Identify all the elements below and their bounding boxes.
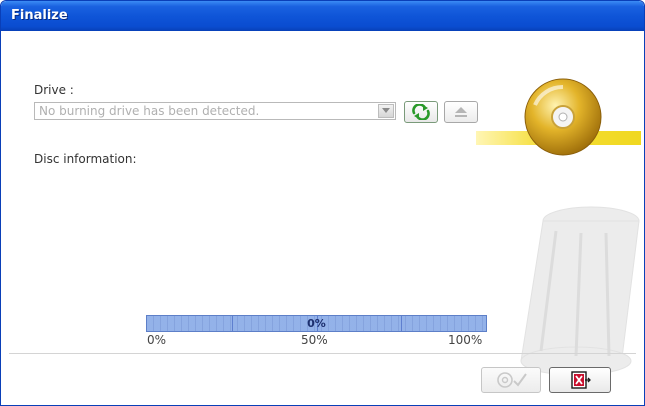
- refresh-icon: [412, 104, 430, 120]
- finalize-button[interactable]: [481, 367, 541, 393]
- progress-scale-min: 0%: [147, 333, 167, 347]
- drive-label: Drive :: [34, 83, 74, 97]
- progress-scale-mid: 50%: [301, 333, 328, 347]
- progress-scale-max: 100%: [448, 333, 483, 347]
- progress-bar: 0%: [146, 315, 487, 332]
- drive-select[interactable]: No burning drive has been detected.: [34, 102, 396, 120]
- exit-button[interactable]: [549, 367, 611, 393]
- window-title: Finalize: [11, 8, 68, 23]
- button-separator: [9, 353, 636, 354]
- exit-icon: [571, 371, 591, 389]
- title-bar[interactable]: Finalize: [1, 1, 644, 31]
- dropdown-arrow-button[interactable]: [378, 104, 394, 118]
- eject-button[interactable]: [444, 101, 478, 123]
- progress-percent-label: 0%: [307, 317, 326, 330]
- drive-select-value: No burning drive has been detected.: [39, 104, 260, 118]
- chevron-down-icon: [382, 108, 390, 113]
- refresh-drives-button[interactable]: [404, 101, 438, 123]
- disc-information-label: Disc information:: [34, 152, 137, 166]
- drive-section: Drive : No burning drive has been detect…: [1, 31, 644, 405]
- finalize-dialog: Finalize Drive : No burning drive has be…: [0, 0, 645, 406]
- disc-check-icon: [497, 372, 527, 388]
- eject-icon: [455, 107, 467, 117]
- disc-icon: [524, 78, 602, 156]
